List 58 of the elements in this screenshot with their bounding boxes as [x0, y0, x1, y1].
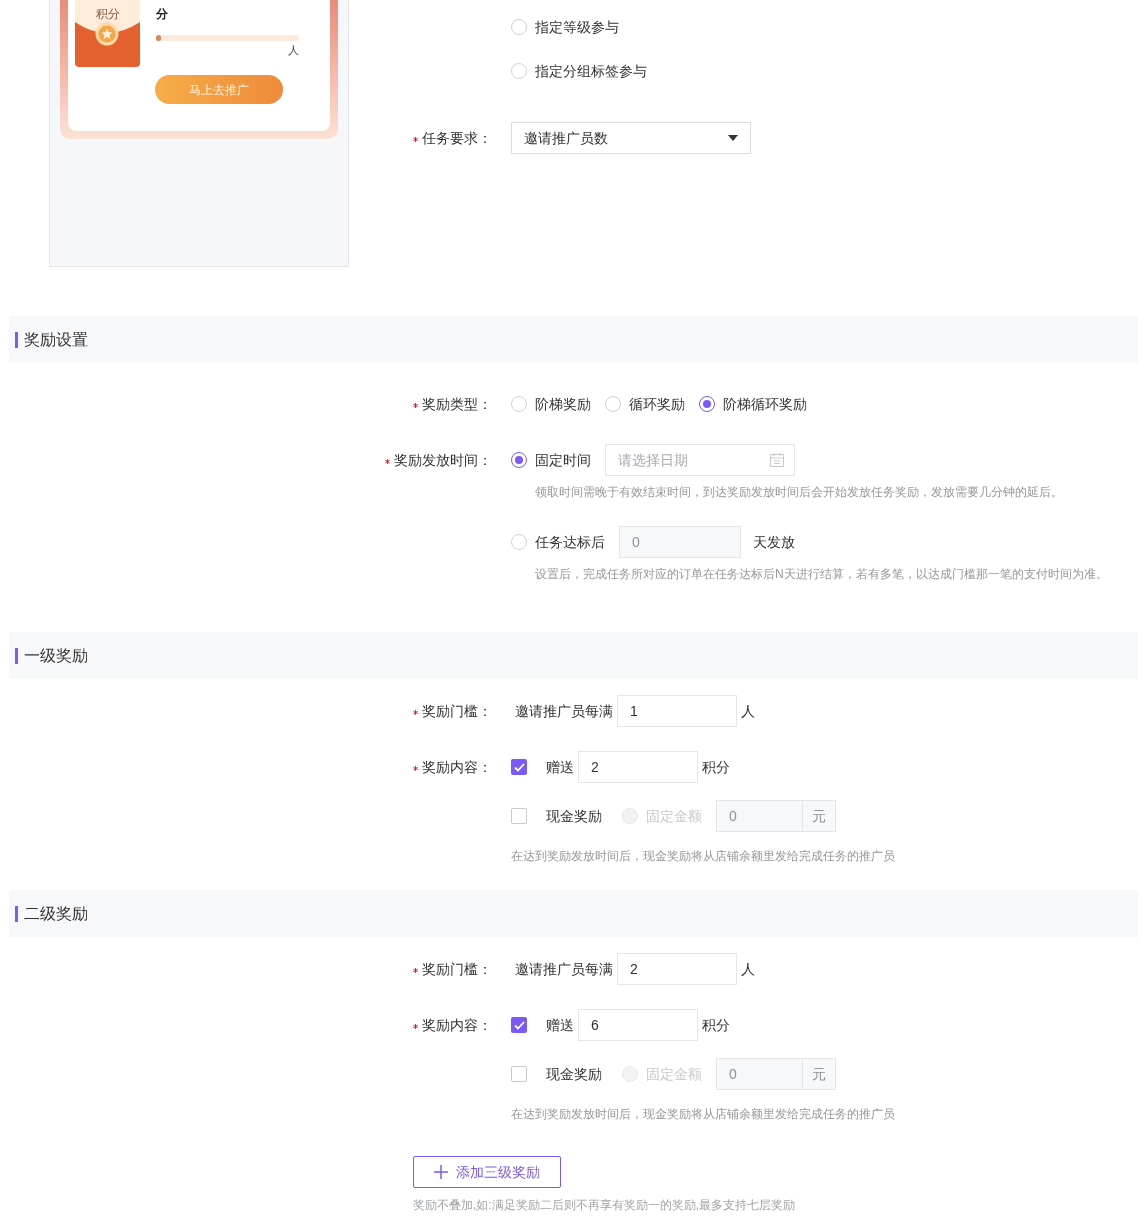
accent-bar: [15, 331, 18, 348]
accent-bar: [15, 647, 18, 664]
add-reward-button[interactable]: 添加三级奖励: [413, 1156, 561, 1188]
accent-bar: [15, 905, 18, 922]
field-label: 奖励门槛：: [422, 701, 492, 721]
date-field[interactable]: 请选择日期: [605, 444, 795, 476]
option-label: 指定等级参与: [535, 17, 619, 37]
checkbox[interactable]: [511, 808, 527, 824]
section-title: 一级奖励: [24, 645, 88, 666]
unit-addon: 元: [803, 1058, 836, 1090]
checkbox[interactable]: [511, 1066, 527, 1082]
field-label: 任务要求：: [422, 128, 492, 148]
option-label: 循环奖励: [629, 394, 685, 414]
hint-text: 领取时间需晚于有效结束时间，到达奖励发放时间后会开始发放任务奖励，发放需要几分钟的延后。: [535, 484, 1064, 501]
field-label: 奖励内容：: [422, 1015, 492, 1035]
radio-button[interactable]: [511, 452, 527, 468]
input-field[interactable]: 2: [617, 953, 737, 985]
checkbox[interactable]: [511, 759, 527, 775]
option-label: 指定分组标签参与: [535, 61, 647, 81]
dropdown[interactable]: 邀请推广员数: [511, 122, 751, 154]
option-label: 现金奖励: [546, 806, 602, 826]
option-label: 现金奖励: [546, 1064, 602, 1084]
checkbox[interactable]: [511, 1017, 527, 1033]
field-prefix: 邀请推广员每满: [515, 701, 613, 721]
option-label: 固定时间: [535, 450, 591, 470]
unit-label: 人: [741, 959, 755, 979]
input-field[interactable]: 1: [617, 695, 737, 727]
option-label: 赠送: [546, 757, 574, 777]
input-field[interactable]: 2: [578, 751, 698, 783]
envelope-icon: [75, 0, 140, 67]
field-prefix: 邀请推广员每满: [515, 959, 613, 979]
calendar-icon: [769, 452, 785, 468]
plus-icon: [434, 1165, 448, 1179]
option-label: 阶梯奖励: [535, 394, 591, 414]
section-title: 二级奖励: [24, 903, 88, 924]
section-title: 奖励设置: [24, 329, 88, 350]
unit-label: 积分: [702, 757, 730, 777]
option-label: 阶梯循环奖励: [723, 394, 807, 414]
unit-label: 人: [741, 701, 755, 721]
radio-button[interactable]: [699, 396, 715, 412]
hint-text: 设置后，完成任务所对应的订单在任务达标后N天进行结算，若有多笔，以达成门槛那一笔的支付时间为准。: [535, 566, 1109, 583]
caret-icon: [728, 135, 738, 141]
option-label: 赠送: [546, 1015, 574, 1035]
field-label: 奖励门槛：: [422, 959, 492, 979]
unit-label: 天发放: [753, 532, 795, 552]
unit-addon: 元: [803, 800, 836, 832]
hint-text: 在达到奖励发放时间后，现金奖励将从店铺余额里发给完成任务的推广员: [511, 1106, 896, 1123]
points-unit: 分: [156, 6, 169, 22]
note-text: 奖励不叠加,如:满足奖励二后则不再享有奖励一的奖励,最多支持七层奖励: [413, 1197, 796, 1213]
field-label: 奖励类型：: [422, 394, 492, 414]
input-field[interactable]: 6: [578, 1009, 698, 1041]
people-unit: 人: [288, 43, 299, 57]
field-label: 奖励发放时间：: [394, 450, 492, 470]
option-label: 任务达标后: [535, 532, 605, 552]
envelope-text: 积分: [94, 6, 121, 22]
field-label: 奖励内容：: [422, 757, 492, 777]
unit-label: 积分: [702, 1015, 730, 1035]
hint-text: 在达到奖励发放时间后，现金奖励将从店铺余额里发给完成任务的推广员: [511, 848, 896, 865]
